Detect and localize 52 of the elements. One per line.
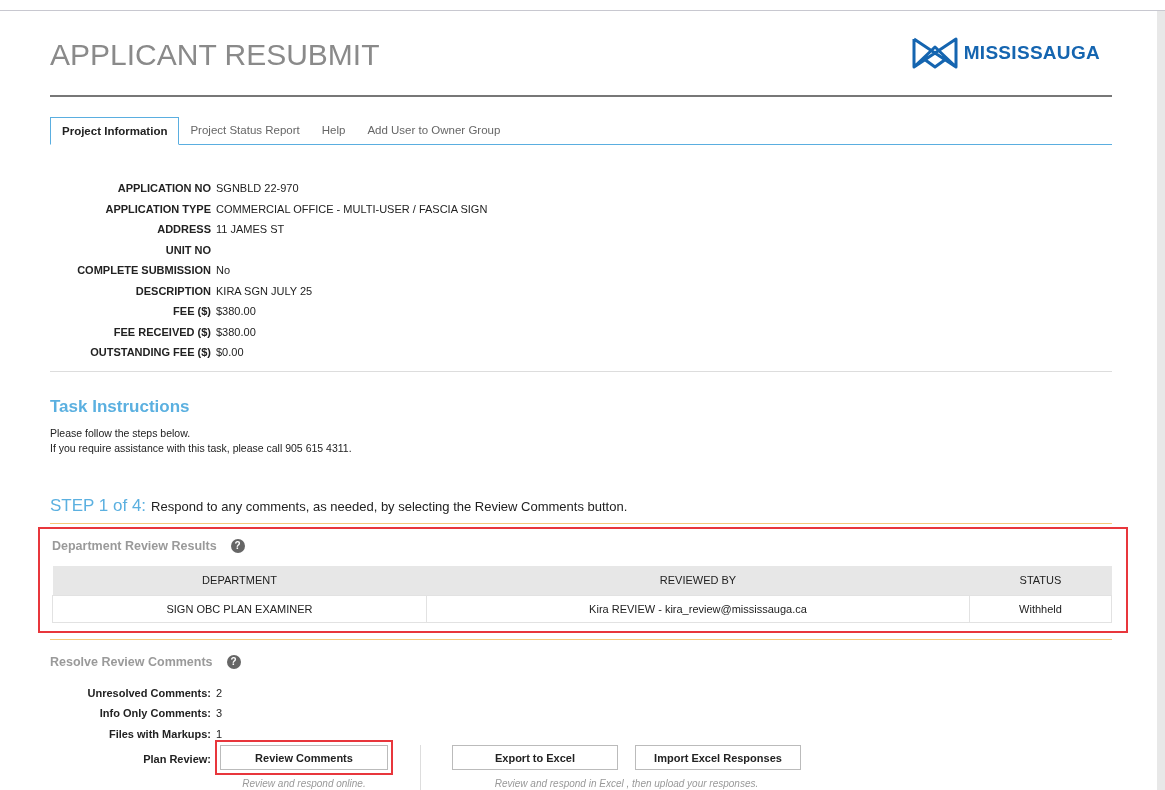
stat-label: Unresolved Comments: (86, 685, 211, 700)
logo-text: MISSISSAUGA (963, 42, 1100, 64)
excel-button[interactable]: Export to Excel (452, 745, 618, 770)
field-label: OUTSTANDING FEE ($) (89, 345, 211, 360)
stat-value: 2 (216, 685, 224, 700)
field-value: SGNBLD 22-970 (216, 182, 299, 194)
tab[interactable]: Add User to Owner Group (356, 117, 512, 144)
field-value: $0.00 (216, 346, 244, 358)
logo-icon (911, 37, 958, 69)
field-label: DESCRIPTION (134, 283, 211, 298)
column-header: REVIEWED BY (426, 565, 970, 595)
tab[interactable]: Help (310, 117, 357, 144)
help-icon[interactable]: ? (230, 538, 245, 553)
field-label: ADDRESS (156, 222, 211, 237)
page-title: APPLICANT RESUBMIT (50, 37, 380, 72)
stat-value: 1 (216, 726, 224, 741)
table-cell: Withheld (969, 595, 1112, 622)
field-value: 11 JAMES ST (216, 223, 285, 235)
field-value: $380.00 (216, 305, 256, 317)
tab[interactable]: Project Information (50, 117, 180, 145)
field-value: KIRA SGN JULY 25 (216, 284, 313, 297)
section-heading: Department Review Results (52, 538, 217, 553)
field-label: FEE ($) (172, 304, 211, 319)
field-label: APPLICATION TYPE (104, 201, 211, 216)
scrollbar[interactable] (1157, 11, 1165, 790)
stat-label: Files with Markups: (107, 726, 211, 741)
field-label: APPLICATION NO (116, 181, 211, 196)
step-label: STEP 1 of 4: (50, 495, 147, 516)
table-cell: Kira REVIEW - kira_review@mississauga.ca (426, 595, 970, 622)
tab[interactable]: Project Status Report (179, 117, 311, 144)
field-value: No (216, 264, 231, 276)
caption-text: Review and respond in Excel , then upload your responses. (494, 778, 759, 789)
help-icon[interactable]: ? (226, 654, 241, 669)
instruction-text: Please follow the steps below. (50, 425, 192, 441)
section-heading: Task Instructions (50, 396, 191, 417)
field-label: COMPLETE SUBMISSION (76, 263, 211, 278)
section-heading: Resolve Review Comments (50, 654, 213, 669)
field-value: $380.00 (216, 325, 256, 338)
column-header: DEPARTMENT (52, 565, 427, 595)
caption-text: Review and respond online. (242, 778, 366, 789)
field-label: UNIT NO (164, 242, 211, 257)
column-header: STATUS (969, 565, 1112, 595)
stat-label: Info Only Comments: (98, 706, 211, 721)
field-value: COMMERCIAL OFFICE - MULTI-USER / FASCIA SIGN (216, 202, 488, 215)
excel-button[interactable]: Import Excel Responses (635, 745, 801, 770)
instruction-text: If you require assistance with this task, please call 905 615 4311. (50, 440, 353, 456)
table-cell: SIGN OBC PLAN EXAMINER (52, 595, 427, 622)
field-label: FEE RECEIVED ($) (112, 324, 211, 339)
plan-review-label: Plan Review: (142, 753, 211, 765)
step-text: Respond to any comments, as needed, by selecting the Review Comments button. (151, 498, 628, 514)
review-comments-button[interactable]: Review Comments (220, 745, 388, 770)
stat-value: 3 (216, 706, 224, 721)
